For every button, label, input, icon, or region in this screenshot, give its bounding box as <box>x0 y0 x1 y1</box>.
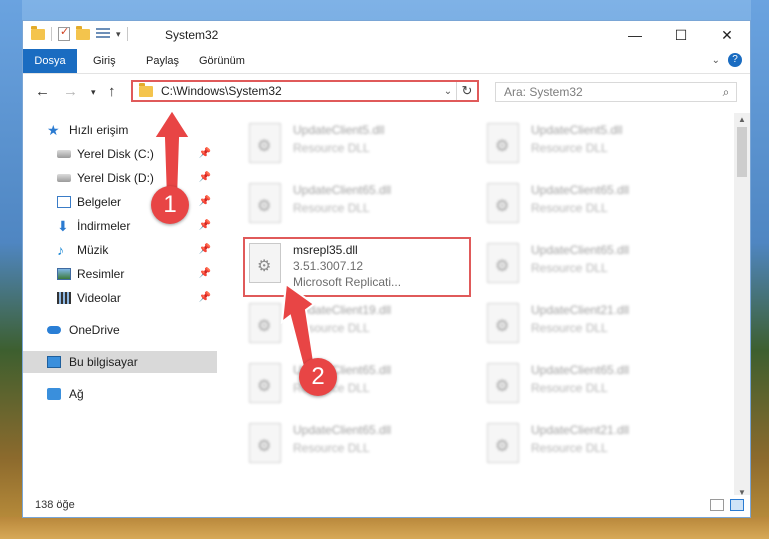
step-1-callout: 1 <box>151 186 189 224</box>
annotation-arrows <box>152 108 316 372</box>
step-2-callout: 2 <box>299 358 337 396</box>
arrow-to-address-bar <box>152 108 192 199</box>
arrow-to-msrepl35 <box>280 282 316 372</box>
